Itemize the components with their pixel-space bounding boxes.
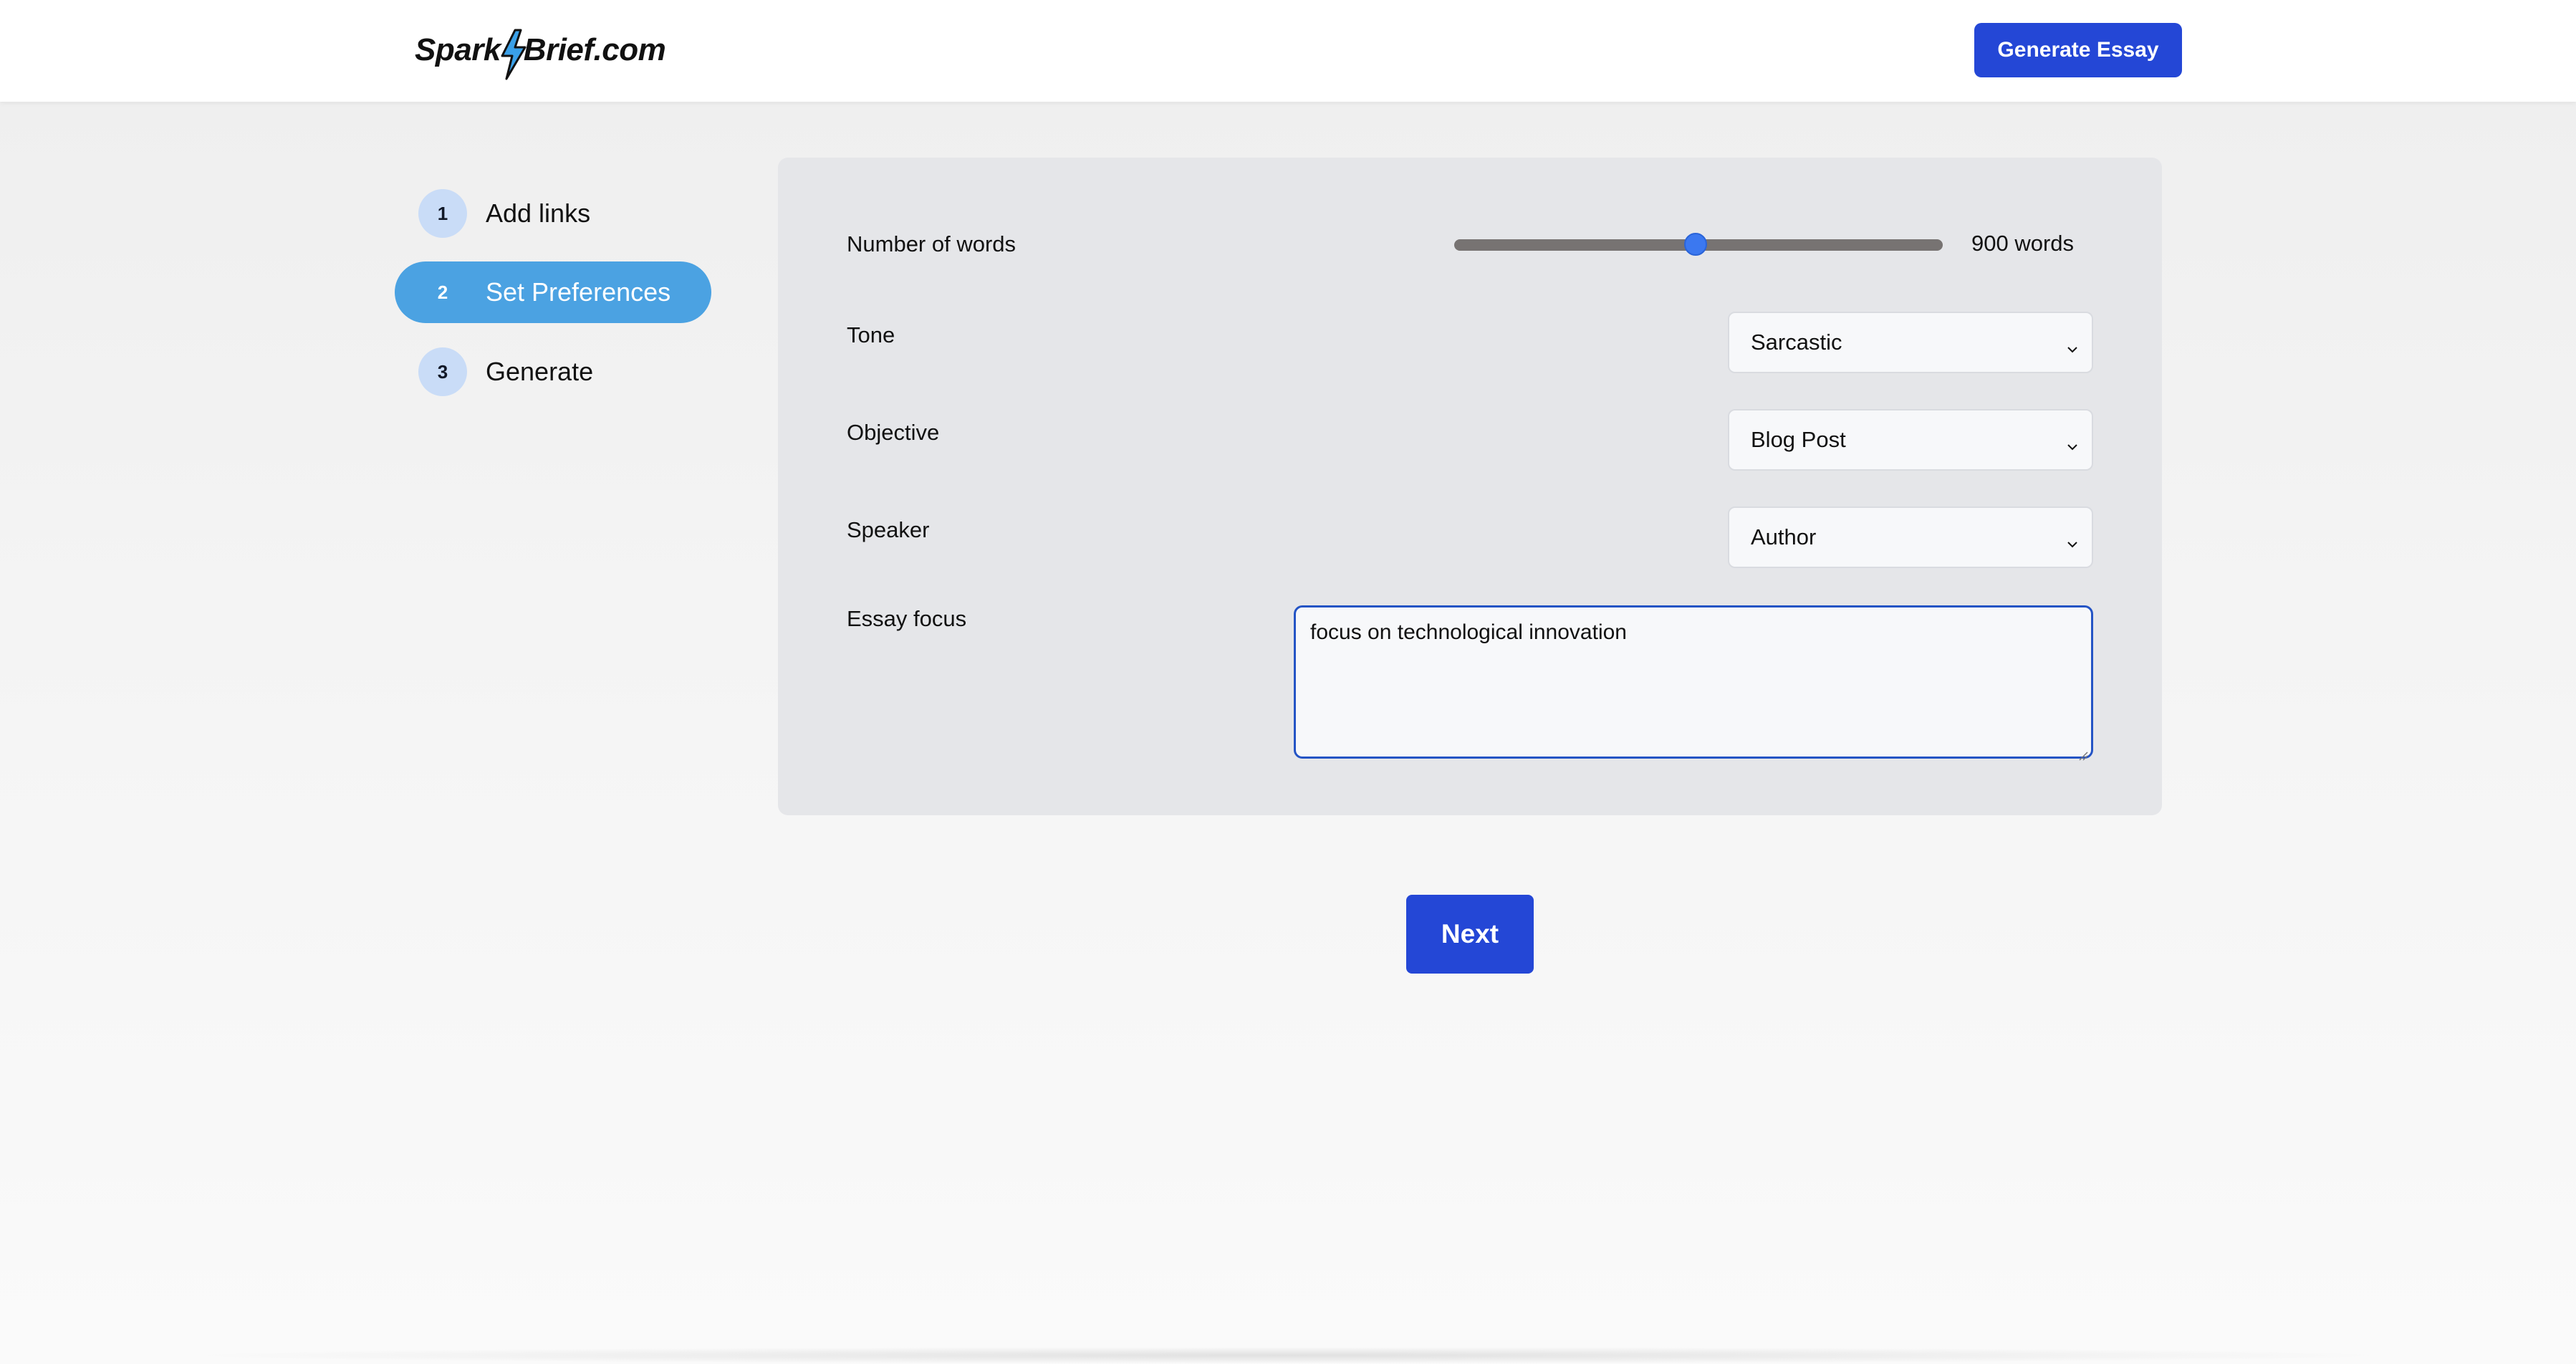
bottom-edge-shadow	[172, 1347, 2404, 1364]
essay-focus-value: focus on technological innovation	[1310, 620, 1627, 644]
resize-handle-icon[interactable]	[2077, 742, 2088, 761]
step-label: Set Preferences	[486, 277, 671, 307]
top-navigation-bar: Spark Brief.com Generate Essay	[0, 0, 2576, 102]
lightning-bolt-icon	[496, 29, 529, 80]
step-number: 1	[418, 189, 467, 238]
chevron-down-icon	[2066, 433, 2079, 451]
tone-label: Tone	[847, 322, 895, 347]
speaker-select[interactable]: Author	[1728, 506, 2093, 568]
word-count-value: 900 words	[1971, 231, 2075, 256]
objective-selected-value: Blog Post	[1751, 427, 1846, 452]
number-of-words-label: Number of words	[847, 231, 1017, 256]
generate-essay-button[interactable]: Generate Essay	[1974, 23, 2182, 77]
logo-text-left: Spark	[415, 32, 501, 67]
speaker-label: Speaker	[847, 517, 930, 542]
step-label: Add links	[486, 198, 591, 228]
tone-selected-value: Sarcastic	[1751, 330, 1842, 355]
step-number: 3	[418, 347, 467, 396]
step-label: Generate	[486, 357, 594, 386]
objective-select[interactable]: Blog Post	[1728, 409, 2093, 471]
essay-focus-textarea[interactable]: focus on technological innovation	[1294, 605, 2093, 761]
step-add-links[interactable]: 1 Add links	[418, 183, 590, 244]
word-count-slider-thumb[interactable]	[1684, 233, 1707, 256]
logo-text-right: Brief.com	[523, 32, 666, 67]
step-set-preferences[interactable]: 2 Set Preferences	[395, 261, 711, 323]
step-number: 2	[437, 281, 448, 303]
next-button[interactable]: Next	[1406, 895, 1534, 974]
tone-select[interactable]: Sarcastic	[1728, 312, 2093, 373]
speaker-selected-value: Author	[1751, 524, 1817, 549]
step-generate[interactable]: 3 Generate	[418, 341, 593, 403]
logo[interactable]: Spark Brief.com	[415, 21, 666, 80]
chevron-down-icon	[2066, 336, 2079, 353]
essay-focus-label: Essay focus	[847, 606, 967, 631]
chevron-down-icon	[2066, 531, 2079, 548]
objective-label: Objective	[847, 420, 940, 445]
